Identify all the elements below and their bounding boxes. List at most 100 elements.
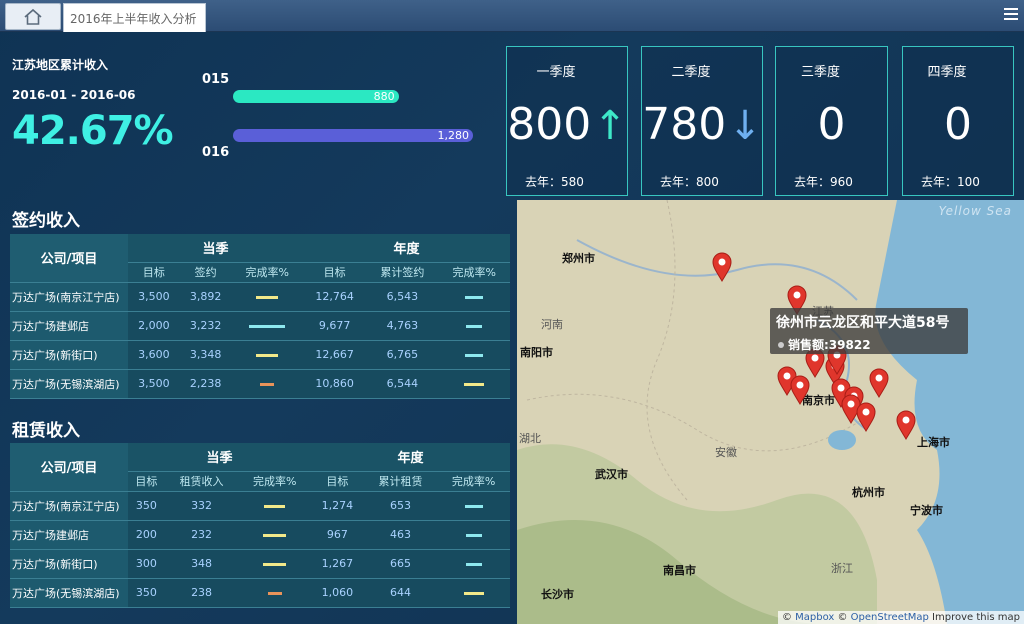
col-header: 签约 bbox=[179, 262, 232, 283]
project-name: 万达广场(无锡滨湖店) bbox=[10, 578, 128, 608]
quarter-card-q1: 一季度 800↑ 去年：580 bbox=[506, 46, 628, 196]
osm-link[interactable]: OpenStreetMap bbox=[851, 612, 929, 623]
col-header: 目标 bbox=[311, 471, 364, 492]
menu-icon[interactable] bbox=[1004, 8, 1018, 22]
quarter-last-year: 去年：800 bbox=[660, 175, 719, 189]
cumulative-percent: 42.67% bbox=[12, 108, 174, 154]
sign-table-body: 万达广场(南京江宁店) 3,500 3,892 12,764 6,543 万达广场建邺店 2… bbox=[10, 282, 510, 399]
cell-year-target: 1,060 bbox=[311, 578, 364, 608]
completion-rate-bar bbox=[263, 533, 287, 537]
completion-rate-cell bbox=[437, 549, 510, 579]
table-row: 万达广场(无锡滨湖店) 3,500 2,238 10,860 6,544 bbox=[10, 369, 510, 399]
table-row: 万达广场(新街口) 300 348 1,267 665 bbox=[10, 549, 510, 579]
quarter-title: 二季度 bbox=[671, 65, 711, 80]
project-name: 万达广场(新街口) bbox=[10, 549, 128, 579]
map-label: 湖北 bbox=[519, 432, 541, 445]
quarter-card-q2: 二季度 780↓ 去年：800 bbox=[641, 46, 763, 196]
group-header-year: 年度 bbox=[302, 234, 510, 263]
top-bar: 2016年上半年收入分析 bbox=[0, 0, 1024, 32]
quarter-title: 一季度 bbox=[536, 65, 576, 80]
completion-rate-bar bbox=[466, 324, 483, 328]
quarter-card-q3: 三季度 0 去年：960 bbox=[775, 46, 888, 196]
map-label: 郑州市 bbox=[562, 252, 595, 265]
completion-rate-bar bbox=[465, 533, 482, 537]
quarter-value: 800↑ bbox=[507, 99, 627, 150]
map-pin-icon[interactable] bbox=[896, 410, 916, 444]
cell-target: 3,500 bbox=[128, 369, 180, 399]
completion-rate-cell bbox=[437, 578, 510, 608]
region-label: 江苏地区累计收入 bbox=[12, 58, 109, 72]
cell-target: 3,500 bbox=[128, 282, 180, 312]
map-pin-icon[interactable] bbox=[869, 368, 889, 402]
completion-rate-cell bbox=[231, 311, 303, 341]
quarter-title: 四季度 bbox=[927, 65, 967, 80]
project-name: 万达广场(新街口) bbox=[10, 340, 128, 370]
completion-rate-cell bbox=[437, 520, 510, 550]
cell-year-target: 9,677 bbox=[302, 311, 367, 341]
tab-income-analysis[interactable]: 2016年上半年收入分析 bbox=[63, 3, 206, 32]
arrow-down-icon: ↓ bbox=[728, 103, 762, 149]
col-header: 完成率% bbox=[437, 471, 510, 492]
bar-year-label: 016 bbox=[202, 145, 230, 160]
mapbox-link[interactable]: Mapbox bbox=[795, 612, 834, 623]
project-name: 万达广场建邺店 bbox=[10, 311, 128, 341]
cell-target: 300 bbox=[128, 549, 165, 579]
completion-rate-cell bbox=[438, 369, 510, 399]
map-label: 安徽 bbox=[715, 446, 737, 459]
map-label: 上海市 bbox=[917, 436, 950, 449]
completion-rate-cell bbox=[238, 520, 312, 550]
completion-rate-cell bbox=[438, 340, 510, 370]
improve-map-link[interactable]: Improve this map bbox=[929, 612, 1020, 623]
completion-rate-cell bbox=[437, 491, 510, 521]
quarter-last-year: 去年：580 bbox=[525, 175, 584, 189]
table-row: 万达广场(新街口) 3,600 3,348 12,667 6,765 bbox=[10, 340, 510, 370]
table-row: 万达广场建邺店 200 232 967 463 bbox=[10, 520, 510, 550]
cell-actual: 3,232 bbox=[179, 311, 232, 341]
table-row: 万达广场(南京江宁店) 3,500 3,892 12,764 6,543 bbox=[10, 282, 510, 312]
cell-target: 2,000 bbox=[128, 311, 180, 341]
quarter-last-year: 去年：960 bbox=[794, 175, 853, 189]
cell-target: 350 bbox=[128, 491, 165, 521]
completion-rate-cell bbox=[238, 549, 312, 579]
home-button[interactable] bbox=[5, 3, 61, 30]
map-tooltip: 徐州市云龙区和平大道58号 销售额:39822 bbox=[770, 308, 968, 354]
rent-income-title: 租赁收入 bbox=[12, 421, 80, 441]
map-label: 杭州市 bbox=[852, 486, 885, 499]
table-row: 万达广场(南京江宁店) 350 332 1,274 653 bbox=[10, 491, 510, 521]
rent-income-table: 公司/项目 当季 年度 目标 租赁收入 完成率% 目标 累计租赁 完成率% 万达… bbox=[10, 443, 510, 608]
cell-year-actual: 644 bbox=[363, 578, 438, 608]
rent-table-body: 万达广场(南京江宁店) 350 332 1,274 653 万达广场建邺店 200 232 96… bbox=[10, 491, 510, 608]
cell-actual: 2,238 bbox=[179, 369, 232, 399]
col-header: 完成率% bbox=[231, 262, 303, 283]
project-name: 万达广场建邺店 bbox=[10, 520, 128, 550]
sales-map[interactable]: Yellow Sea 郑州市 河南 南阳市 江苏 安徽 武汉市 湖北 南京市 上… bbox=[517, 200, 1024, 624]
completion-rate-cell bbox=[238, 578, 312, 608]
cell-target: 200 bbox=[128, 520, 165, 550]
completion-rate-cell bbox=[231, 340, 303, 370]
bar-year-label: 015 bbox=[202, 72, 230, 87]
group-header-year: 年度 bbox=[311, 443, 510, 472]
map-pin-icon[interactable] bbox=[856, 402, 876, 436]
map-pin-icon[interactable] bbox=[712, 252, 732, 286]
sea-label: Yellow Sea bbox=[938, 204, 1012, 218]
completion-rate-bar bbox=[267, 591, 282, 595]
table-row: 万达广场建邺店 2,000 3,232 9,677 4,763 bbox=[10, 311, 510, 341]
cell-actual: 232 bbox=[164, 520, 239, 550]
map-label: 浙江 bbox=[831, 562, 853, 575]
arrow-up-icon: ↑ bbox=[593, 103, 627, 149]
map-label: 武汉市 bbox=[595, 468, 628, 481]
sign-income-table: 公司/项目 当季 年度 目标 签约 完成率% 目标 累计签约 完成率% 万达广场… bbox=[10, 234, 510, 399]
completion-rate-cell bbox=[438, 311, 510, 341]
cell-year-target: 1,267 bbox=[311, 549, 364, 579]
col-header: 完成率% bbox=[238, 471, 312, 492]
quarter-last-year: 去年：100 bbox=[921, 175, 980, 189]
completion-rate-bar bbox=[463, 591, 484, 595]
table-corner-header: 公司/项目 bbox=[10, 234, 128, 283]
sign-income-title: 签约收入 bbox=[12, 211, 80, 231]
cell-year-actual: 665 bbox=[363, 549, 438, 579]
cell-target: 350 bbox=[128, 578, 165, 608]
map-pin-icon[interactable] bbox=[790, 375, 810, 409]
col-header: 目标 bbox=[128, 262, 180, 283]
tooltip-dot bbox=[778, 342, 784, 348]
project-name: 万达广场(南京江宁店) bbox=[10, 491, 128, 521]
